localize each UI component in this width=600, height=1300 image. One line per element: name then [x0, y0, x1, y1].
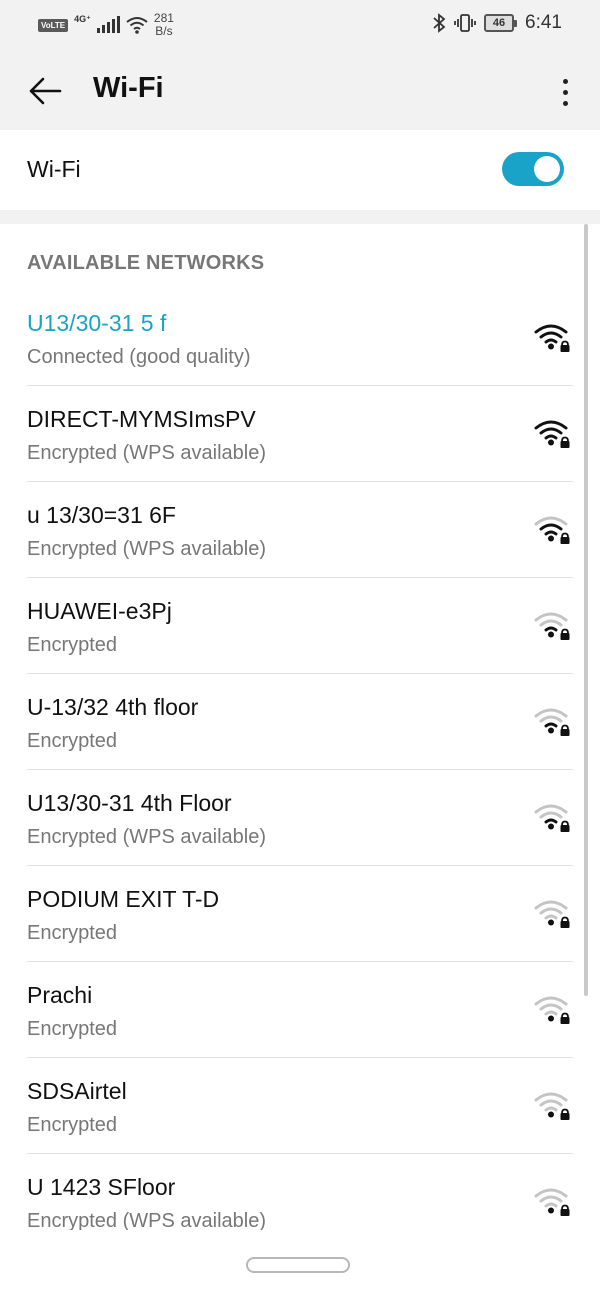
wifi-lock-icon	[534, 1188, 570, 1216]
network-name: U 1423 SFloor	[27, 1174, 176, 1200]
network-speed: 281 B/s	[154, 12, 174, 38]
wifi-status-icon	[126, 17, 148, 34]
wifi-lock-icon	[534, 324, 570, 352]
network-item[interactable]: Prachi Encrypted	[0, 962, 600, 1058]
network-item[interactable]: PODIUM EXIT T-D Encrypted	[0, 866, 600, 962]
clock: 6:41	[525, 12, 562, 33]
wifi-lock-icon	[534, 804, 570, 832]
status-bar-left: VoLTE 4G⁺ 281 B/s	[38, 12, 174, 38]
network-name: PODIUM EXIT T-D	[27, 886, 220, 912]
wifi-lock-icon	[534, 708, 570, 736]
status-bar: VoLTE 4G⁺ 281 B/s 46 6:41	[0, 0, 600, 52]
network-name: HUAWEI-e3Pj	[27, 598, 172, 624]
bluetooth-icon	[433, 13, 446, 33]
network-name: SDSAirtel	[27, 1078, 127, 1104]
wifi-lock-icon	[534, 612, 570, 640]
speed-unit: B/s	[155, 24, 173, 38]
scrollbar[interactable]	[584, 224, 588, 996]
network-type-label: 4G⁺	[74, 13, 91, 24]
network-list: U13/30-31 5 f Connected (good quality) DIR…	[0, 290, 600, 1230]
network-item[interactable]: DIRECT-MYMSImsPV Encrypted (WPS available…	[0, 386, 600, 482]
switch-knob	[534, 156, 560, 182]
network-status: Encrypted	[27, 1114, 118, 1136]
network-item[interactable]: SDSAirtel Encrypted	[0, 1058, 600, 1154]
back-button[interactable]	[22, 68, 68, 114]
network-item[interactable]: u 13/30=31 6F Encrypted (WPS available)	[0, 482, 600, 578]
network-status: Encrypted	[27, 730, 118, 752]
network-name: DIRECT-MYMSImsPV	[27, 406, 256, 432]
network-status: Connected (good quality)	[27, 346, 251, 368]
available-networks-card: AVAILABLE NETWORKS U13/30-31 5 f Connecte…	[0, 224, 600, 1230]
network-name: Prachi	[27, 982, 93, 1008]
network-item[interactable]: U13/30-31 4th Floor Encrypted (WPS availa…	[0, 770, 600, 866]
wifi-lock-icon	[534, 516, 570, 544]
wifi-switch[interactable]	[502, 152, 564, 186]
network-status: Encrypted	[27, 634, 118, 656]
network-status: Encrypted (WPS available)	[27, 1210, 266, 1230]
vibrate-icon	[454, 14, 476, 32]
wifi-toggle-label: Wi-Fi	[27, 156, 81, 182]
wifi-toggle-row[interactable]: Wi-Fi	[0, 130, 600, 210]
network-item[interactable]: U13/30-31 5 f Connected (good quality)	[0, 290, 600, 386]
volte-badge: VoLTE	[38, 18, 69, 32]
section-header: AVAILABLE NETWORKS	[27, 252, 265, 274]
network-status: Encrypted (WPS available)	[27, 538, 266, 560]
battery-level: 46	[484, 14, 515, 32]
wifi-lock-icon	[534, 900, 570, 928]
wifi-lock-icon	[534, 996, 570, 1024]
network-status: Encrypted	[27, 922, 118, 944]
wifi-lock-icon	[534, 420, 570, 448]
navigation-bar	[0, 1230, 600, 1300]
network-status: Encrypted	[27, 1018, 118, 1040]
network-name: U13/30-31 5 f	[27, 310, 167, 336]
status-bar-right: 46 6:41	[432, 12, 562, 34]
network-item[interactable]: U 1423 SFloor Encrypted (WPS available)	[0, 1154, 600, 1230]
network-item[interactable]: HUAWEI-e3Pj Encrypted	[0, 578, 600, 674]
wifi-lock-icon	[534, 1092, 570, 1120]
network-item[interactable]: U-13/32 4th floor Encrypted	[0, 674, 600, 770]
network-name: u 13/30=31 6F	[27, 502, 176, 528]
network-name: U-13/32 4th floor	[27, 694, 199, 720]
more-vert-icon	[562, 78, 568, 84]
back-arrow-icon	[29, 77, 62, 105]
battery-icon: 46	[484, 14, 518, 32]
app-bar: Wi-Fi	[0, 52, 600, 130]
page-title: Wi-Fi	[93, 72, 164, 104]
network-status: Encrypted (WPS available)	[27, 826, 266, 848]
more-options-button[interactable]	[550, 70, 580, 114]
home-gesture-bar[interactable]	[246, 1257, 350, 1273]
network-name: U13/30-31 4th Floor	[27, 790, 232, 816]
cell-signal-icon	[96, 16, 120, 33]
network-status: Encrypted (WPS available)	[27, 442, 266, 464]
speed-value: 281	[153, 11, 174, 25]
